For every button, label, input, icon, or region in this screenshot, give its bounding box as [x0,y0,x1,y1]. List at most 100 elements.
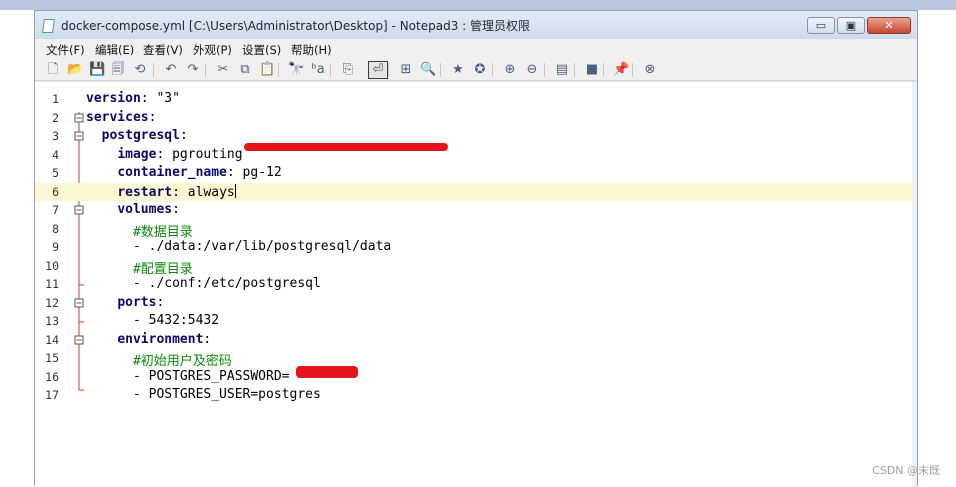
yaml-key: container_name [117,165,227,180]
code-line[interactable]: 2 services: [35,109,912,128]
code-line[interactable]: 13 - 5432:5432 [35,312,912,331]
yaml-value [86,128,102,143]
favorites-button[interactable]: ★ [450,62,466,78]
vertical-scrollbar[interactable] [912,82,917,487]
line-number: 5 [52,166,59,180]
new-file-button[interactable]: 🗋 [45,62,61,78]
yaml-value: : [179,128,188,143]
replace-icon: ᵇa [311,62,325,77]
yaml-key: postgresql [101,128,180,143]
menu-help[interactable]: 帮助(H) [291,42,332,58]
line-number: 1 [52,92,59,106]
yaml-key: ports [117,294,157,310]
yaml-value [86,165,117,180]
close-button[interactable]: ✕ [867,17,911,34]
save-all-button[interactable]: 🗐 [110,62,126,78]
code-line[interactable]: 4 image: pgrouting [35,146,912,165]
menu-appearance[interactable]: 外观(P) [193,42,232,58]
line-number: 4 [52,147,59,162]
code-text: #初始用户及密码 [86,350,232,369]
code-line[interactable]: 11 - ./conf:/etc/postgresql [35,275,912,294]
paste-button[interactable]: 📋 [259,62,275,78]
yaml-value [86,295,117,310]
yaml-value [86,185,117,200]
line-number: 14 [45,332,59,347]
code-line[interactable]: 9 - ./data:/var/lib/postgresql/data [35,238,912,257]
code-line[interactable]: 6 restart: always [35,182,912,201]
redo-button[interactable]: ↷ [185,62,201,78]
find-button[interactable]: 🔭 [288,62,304,78]
history-button[interactable]: ⟲ [132,62,148,78]
code-text: container_name: pg-12 [86,165,282,180]
yaml-key: restart [117,184,173,200]
code-line[interactable]: 12 ports: [35,294,912,313]
code-text: #配置目录 [86,258,193,277]
yaml-value: - 5432:5432 [86,313,220,328]
yaml-key: services [86,109,149,125]
toolbar-separator [440,63,441,77]
add-favorite-button[interactable]: ✪ [472,62,488,78]
code-line[interactable]: 7 volumes: [35,201,912,220]
code-line[interactable]: 1 version: "3" [35,90,912,109]
editor-area[interactable]: 1 version: "3" 2 services: 3 postgresql: 4 im… [35,82,912,487]
yaml-value: : pgrouting [156,146,243,162]
menu-view[interactable]: 查看(V) [143,42,183,58]
toolbar-separator [278,63,279,77]
zoom-view-button[interactable]: 🔍 [420,62,436,78]
customize-button[interactable]: ■ [584,62,600,78]
find-icon: 🔭 [288,62,305,77]
toolbar-separator [492,63,493,77]
code-line[interactable]: 10 #配置目录 [35,257,912,277]
copy-button[interactable]: ⧉ [237,62,253,78]
undo-button[interactable]: ↶ [163,62,179,78]
yaml-value [86,147,117,162]
schemes-button[interactable]: ▤ [554,62,570,78]
save-all-icon: 🗐 [111,62,125,77]
zoom-in-button[interactable]: ⊕ [502,62,518,78]
save-button[interactable]: 💾 [89,62,105,78]
yaml-value: : pg-12 [226,165,282,180]
yaml-value: - ./conf:/etc/postgresql [86,276,321,291]
code-text: volumes: [86,202,180,217]
line-number: 16 [45,369,59,384]
yaml-key: image [117,146,157,162]
code-line[interactable]: 14 environment: [35,331,912,350]
code-line[interactable]: 5 container_name: pg-12 [35,164,912,183]
maximize-button[interactable]: ▣ [837,17,865,34]
code-line[interactable]: 3 postgresql: [35,127,912,146]
code-text: - 5432:5432 [86,313,219,328]
toolbar-separator [603,63,604,77]
toolbar-separator [388,63,389,77]
toolbar-separator [544,63,545,77]
line-number: 7 [52,203,59,217]
cut-button[interactable]: ✂ [215,62,231,78]
fold-button[interactable]: ⊞ [398,62,414,78]
menu-file[interactable]: 文件(F) [46,42,85,58]
line-number: 2 [52,110,59,125]
line-number: 12 [45,295,59,310]
yaml-key: volumes [117,202,173,217]
title-bar[interactable]: docker-compose.yml [C:\Users\Administrat… [35,11,917,39]
maximize-icon: ▣ [845,19,857,32]
goto-icon: ⎘ [342,62,354,77]
code-line[interactable]: 16 - POSTGRES_PASSWORD= [35,368,912,387]
minimize-button[interactable]: ▭ [807,17,835,34]
menu-edit[interactable]: 编辑(E) [95,42,134,58]
replace-button[interactable]: ᵇa [310,62,326,78]
open-folder-button[interactable]: 📂 [67,62,83,78]
exit-button[interactable]: ⊗ [642,62,658,78]
zoom-view-icon: 🔍 [420,62,437,77]
code-line[interactable]: 15 #初始用户及密码 [35,349,912,369]
favorites-icon: ★ [452,62,464,77]
code-line[interactable]: 17 - POSTGRES_USER=postgres [35,386,912,405]
goto-button[interactable]: ⎘ [340,62,356,78]
word-wrap-button[interactable]: ⏎ [368,61,388,79]
text-caret [234,183,236,198]
line-number: 3 [52,129,59,143]
zoom-out-button[interactable]: ⊖ [524,62,540,78]
menu-settings[interactable]: 设置(S) [242,42,281,58]
open-folder-icon: 📂 [67,62,84,77]
code-text: - ./conf:/etc/postgresql [86,276,321,291]
code-line[interactable]: 8 #数据目录 [35,220,912,240]
pin-button[interactable]: 📌 [613,62,629,78]
